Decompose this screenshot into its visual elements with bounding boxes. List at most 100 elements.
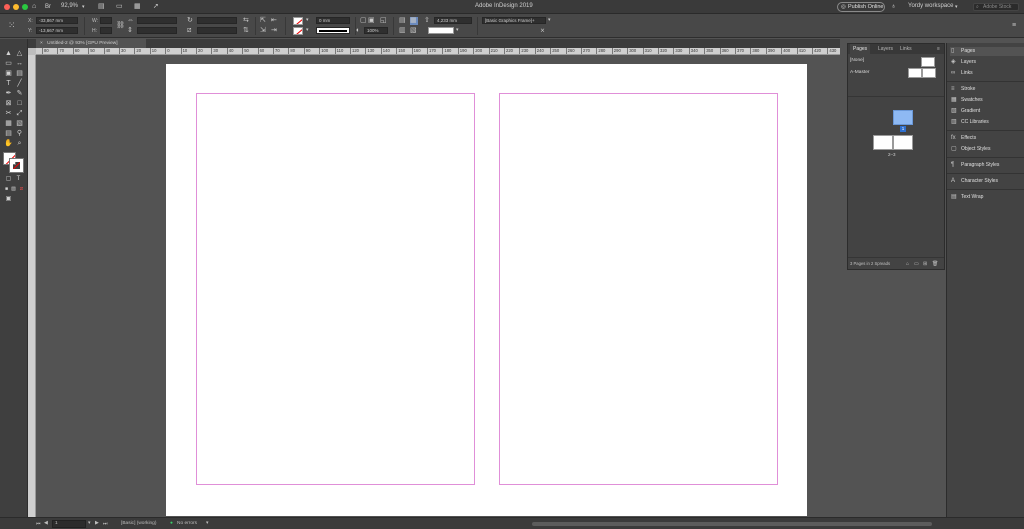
rotate-field[interactable] (197, 17, 237, 24)
previous-object-icon[interactable]: ⇤ (271, 17, 277, 25)
flip-horizontal-icon[interactable]: ⇆ (243, 17, 249, 25)
stroke-proxy-icon[interactable] (9, 158, 24, 173)
view-options-icon[interactable]: ▤ (98, 3, 105, 11)
previous-page-icon[interactable]: ◀ (44, 521, 48, 526)
rectangle-frame-tool-icon[interactable]: ⊠ (4, 99, 13, 108)
adobe-stock-search[interactable]: ⌕ Adobe Stock (973, 3, 1019, 11)
panel-menu-icon[interactable]: ≡ (934, 44, 943, 54)
screen-mode-icon[interactable]: ▭ (116, 3, 123, 11)
clear-overrides-icon[interactable]: ⨯ (540, 27, 545, 35)
dock-item-swatches[interactable]: ▦ Swatches (950, 96, 1024, 105)
ruler-origin[interactable] (28, 48, 36, 55)
next-object-icon[interactable]: ⇥ (271, 27, 277, 35)
preflight-status[interactable]: No errors (177, 521, 197, 526)
pen-tool-icon[interactable]: ✒ (4, 89, 13, 98)
page-1-thumbnail[interactable] (893, 110, 913, 125)
shear-field[interactable] (197, 27, 237, 34)
zoom-dropdown-chevron-icon[interactable]: ▾ (82, 3, 85, 11)
eyedropper-tool-icon[interactable]: ⚲ (15, 129, 24, 138)
selection-tool-icon[interactable]: ▲ (4, 49, 13, 58)
effects-icon[interactable]: ▣ (368, 17, 375, 25)
tab-pages[interactable]: Pages (850, 44, 871, 54)
master-a-left-thumbnail[interactable] (908, 68, 922, 78)
stroke-swatch-icon[interactable] (293, 27, 303, 35)
scale-x-icon[interactable]: ⇔ (127, 17, 134, 25)
x-position-field[interactable]: -33,867 mm (36, 17, 78, 24)
line-tool-icon[interactable]: ╱ (15, 79, 24, 88)
dock-item-cc-libraries[interactable]: ▥ CC Libraries (950, 118, 1024, 127)
align-icon[interactable]: ▤ (399, 17, 406, 25)
content-placer-icon[interactable]: ▤ (15, 69, 24, 78)
select-content-icon[interactable]: ⇲ (260, 27, 266, 35)
opacity-field[interactable]: 100% (364, 27, 388, 34)
spread[interactable] (166, 64, 807, 516)
opacity-icon[interactable]: ◐ (356, 27, 360, 35)
shear-icon[interactable]: ⧄ (187, 27, 191, 35)
document-tab[interactable]: × Untitled-2 @ 93% [GPU Preview] (36, 39, 146, 48)
fill-menu-icon[interactable]: ▾ (306, 16, 309, 24)
pasteboard[interactable] (36, 55, 840, 517)
page-number-field[interactable]: 1 (52, 520, 86, 528)
close-window-button[interactable] (4, 4, 10, 10)
pencil-tool-icon[interactable]: ✎ (15, 89, 24, 98)
note-tool-icon[interactable]: ▤ (4, 129, 13, 138)
master-a-right-thumbnail[interactable] (922, 68, 936, 78)
master-a[interactable]: A-Master (850, 70, 869, 75)
dock-item-gradient[interactable]: ▧ Gradient (950, 107, 1024, 116)
new-master-icon[interactable]: ▭ (914, 258, 919, 270)
dock-item-links[interactable]: ∞ Links (950, 69, 1024, 78)
dock-item-object-styles[interactable]: ▢ Object Styles (950, 145, 1024, 154)
scale-x-field[interactable] (137, 17, 177, 24)
dock-item-paragraph-styles[interactable]: ¶ Paragraph Styles (950, 161, 1024, 170)
horizontal-ruler[interactable]: 80 70 60 50 40 30 20 10 0 10 20 30 40 50 60 70 80 90 100 11… (36, 48, 840, 55)
publish-online-button[interactable]: ◎ Publish Online (837, 2, 885, 12)
dock-item-effects[interactable]: fx Effects (950, 134, 1024, 143)
fill-stroke-proxy[interactable] (3, 152, 24, 173)
close-tab-icon[interactable]: × (40, 41, 43, 46)
fill-swatch-icon[interactable] (293, 17, 303, 25)
apply-none-icon[interactable]: ⧄ (17, 185, 26, 194)
send-icon[interactable]: ➚ (153, 3, 159, 11)
corner-options-icon[interactable]: ◱ (380, 17, 387, 25)
scale-y-icon[interactable]: ⇕ (127, 27, 133, 35)
horizontal-scrollbar[interactable] (532, 522, 932, 526)
first-page-icon[interactable]: ⏮ (36, 521, 40, 527)
formatting-affects-container-icon[interactable]: ▢ (4, 175, 13, 184)
workspace-switcher[interactable]: Yordy workspace (908, 3, 953, 9)
rotate-icon[interactable]: ↻ (187, 17, 193, 25)
dock-item-layers[interactable]: ◈ Layers (950, 58, 1024, 67)
page-tool-icon[interactable]: ▭ (4, 59, 13, 68)
type-tool-icon[interactable]: T (4, 79, 13, 88)
page-menu-chevron-icon[interactable]: ▾ (88, 521, 90, 526)
stroke-weight-field[interactable]: 0 mm (316, 17, 350, 24)
zoom-tool-icon[interactable]: ⌕ (15, 139, 24, 148)
gradient-swatch-tool-icon[interactable]: ▦ (4, 119, 13, 128)
stroke-type-selector[interactable] (316, 27, 350, 34)
text-wrap-icon[interactable]: ▦ (410, 17, 418, 25)
content-collector-icon[interactable]: ▣ (4, 69, 13, 78)
fitting-options-icon[interactable]: ▧ (410, 27, 417, 35)
last-page-icon[interactable]: ⏭ (103, 521, 107, 527)
width-field[interactable] (100, 17, 112, 24)
delete-page-icon[interactable]: 🗑 (932, 258, 938, 270)
height-field[interactable] (100, 27, 112, 34)
scissors-tool-icon[interactable]: ✂ (4, 109, 13, 118)
preflight-menu-chevron-icon[interactable]: ▾ (206, 521, 208, 526)
object-style-chevron-icon[interactable]: ▾ (548, 16, 551, 24)
zoom-window-button[interactable] (22, 4, 28, 10)
y-position-field[interactable]: -13,667 mm (36, 27, 78, 34)
workspace-chevron-icon[interactable]: ▾ (955, 3, 958, 11)
reference-point-icon[interactable]: ⁙ (8, 21, 16, 30)
page-3-thumbnail[interactable] (893, 135, 913, 150)
flip-vertical-icon[interactable]: ⇅ (243, 27, 249, 35)
new-page-icon[interactable]: ⊞ (923, 258, 927, 270)
object-style-dropdown[interactable]: [Basic Graphics Frame]+ (482, 17, 546, 24)
dock-item-stroke[interactable]: ≡ Stroke (950, 85, 1024, 94)
page-2-thumbnail[interactable] (873, 135, 893, 150)
home-icon[interactable]: ⌂ (32, 3, 36, 11)
stroke-offset-field[interactable]: 4,233 mm (434, 17, 472, 24)
direct-selection-tool-icon[interactable]: △ (15, 49, 24, 58)
page-size-icon[interactable]: ⌂ (906, 258, 909, 270)
gradient-bar[interactable] (428, 27, 454, 34)
dock-item-character-styles[interactable]: A Character Styles (950, 177, 1024, 186)
